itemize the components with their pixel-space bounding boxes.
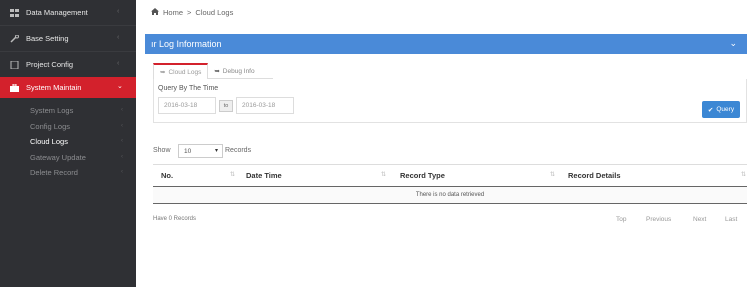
tab-debug-info[interactable]: ➥ Debug Info xyxy=(208,63,260,79)
sort-icon[interactable]: ⇅ xyxy=(381,171,386,178)
pager-previous[interactable]: Previous xyxy=(646,216,671,223)
empty-message: There is no data retrieved xyxy=(415,192,485,198)
sidebar-item-data-management[interactable]: Data Management ‹ xyxy=(0,0,136,26)
start-date-value: 2016-03-18 xyxy=(164,102,198,109)
chevron-left-icon: ‹ xyxy=(121,169,123,175)
chevron-left-icon: ‹ xyxy=(117,60,120,67)
sidebar-subitem-config-logs[interactable]: Config Logs ‹ xyxy=(0,119,136,135)
chevron-down-icon: ⌄ xyxy=(117,83,123,90)
chevron-left-icon: ‹ xyxy=(121,138,123,144)
end-date-value: 2016-03-18 xyxy=(242,102,276,109)
panel-title: ır Log Information xyxy=(151,39,222,49)
sidebar-subitem-gateway-update[interactable]: Gateway Update ‹ xyxy=(0,150,136,166)
table-header: No. ⇅ Date Time ⇅ Record Type ⇅ Record D… xyxy=(153,164,747,187)
sidebar-subitem-label: Config Logs xyxy=(30,121,71,131)
chevron-left-icon: ‹ xyxy=(121,153,123,160)
sort-icon[interactable]: ⇅ xyxy=(741,171,746,178)
column-header-record-type[interactable]: Record Type xyxy=(400,171,445,180)
sidebar-item-label: Base Setting xyxy=(26,34,69,43)
grid-icon xyxy=(10,8,19,17)
query-button[interactable]: ✔ Query xyxy=(702,101,740,118)
chevron-left-icon: ‹ xyxy=(117,8,120,15)
sidebar-subitem-delete-record[interactable]: Delete Record ‹ xyxy=(0,165,136,181)
query-label: Query By The Time xyxy=(158,85,219,92)
sidebar-item-label: Data Management xyxy=(26,8,88,17)
briefcase-icon xyxy=(10,83,19,92)
check-icon: ✔ xyxy=(707,106,714,114)
sidebar-item-system-maintain[interactable]: System Maintain ⌄ xyxy=(0,77,136,98)
end-date-input[interactable]: 2016-03-18 xyxy=(236,97,294,114)
breadcrumb-separator: > xyxy=(187,8,192,17)
breadcrumb-current: Cloud Logs xyxy=(195,8,234,17)
pager-last[interactable]: Last xyxy=(725,216,737,223)
sidebar-item-label: System Maintain xyxy=(26,83,82,92)
sidebar-subitem-cloud-logs[interactable]: Cloud Logs ‹ xyxy=(0,134,136,150)
sort-icon[interactable]: ⇅ xyxy=(550,171,555,178)
breadcrumb: Home > Cloud Logs xyxy=(151,8,233,17)
sidebar-subitem-label: Cloud Logs xyxy=(30,137,68,147)
pager-next[interactable]: Next xyxy=(693,216,706,223)
pager-top[interactable]: Top xyxy=(616,216,626,223)
start-date-input[interactable]: 2016-03-18 xyxy=(158,97,216,114)
column-header-record-details[interactable]: Record Details xyxy=(568,171,621,180)
document-icon xyxy=(10,60,19,69)
page-size-value: 10 xyxy=(184,147,192,155)
table-empty-row: There is no data retrieved xyxy=(153,187,747,204)
column-header-date-time[interactable]: Date Time xyxy=(246,171,282,180)
breadcrumb-home[interactable]: Home xyxy=(163,8,183,17)
page-size-select[interactable]: 10 ▾ xyxy=(178,144,223,158)
records-label: Records xyxy=(225,147,252,154)
chevron-left-icon: ‹ xyxy=(121,122,123,129)
sidebar: Data Management ‹ Base Setting ‹ Project… xyxy=(0,0,136,287)
sidebar-subitem-system-logs[interactable]: System Logs ‹ xyxy=(0,103,136,119)
arrow-right-icon: ➥ xyxy=(160,69,166,76)
sidebar-item-label: Project Config xyxy=(26,60,74,69)
sidebar-item-project-config[interactable]: Project Config ‹ xyxy=(0,52,136,78)
tab-label: Cloud Logs xyxy=(168,68,202,76)
sidebar-subitem-label: System Logs xyxy=(30,106,74,116)
records-info: Have 0 Records xyxy=(153,216,197,222)
panel-header: ır Log Information ⌄ xyxy=(145,34,747,54)
tab-cloud-logs[interactable]: ➥ Cloud Logs xyxy=(153,63,209,79)
sidebar-subitem-label: Delete Record xyxy=(30,168,78,178)
column-header-no[interactable]: No. xyxy=(161,171,173,180)
show-label: Show xyxy=(153,147,171,154)
home-icon xyxy=(151,8,159,17)
chevron-left-icon: ‹ xyxy=(117,34,120,41)
tab-label: Debug Info xyxy=(222,67,255,75)
query-button-label: Query xyxy=(716,106,735,113)
tab-bar: ➥ Cloud Logs ➥ Debug Info xyxy=(153,63,273,79)
sort-icon[interactable]: ⇅ xyxy=(230,171,235,178)
sidebar-item-base-setting[interactable]: Base Setting ‹ xyxy=(0,26,136,52)
wrench-icon xyxy=(10,34,19,43)
arrow-right-icon: ➥ xyxy=(214,68,220,75)
sidebar-subitem-label: Gateway Update xyxy=(30,152,86,162)
chevron-down-icon[interactable]: ⌄ xyxy=(729,38,737,49)
logs-table: No. ⇅ Date Time ⇅ Record Type ⇅ Record D… xyxy=(153,164,747,204)
caret-down-icon: ▾ xyxy=(214,148,218,154)
sidebar-submenu: System Logs ‹ Config Logs ‹ Cloud Logs ‹… xyxy=(0,98,136,181)
chevron-left-icon: ‹ xyxy=(121,107,123,113)
to-label: to xyxy=(219,100,233,112)
